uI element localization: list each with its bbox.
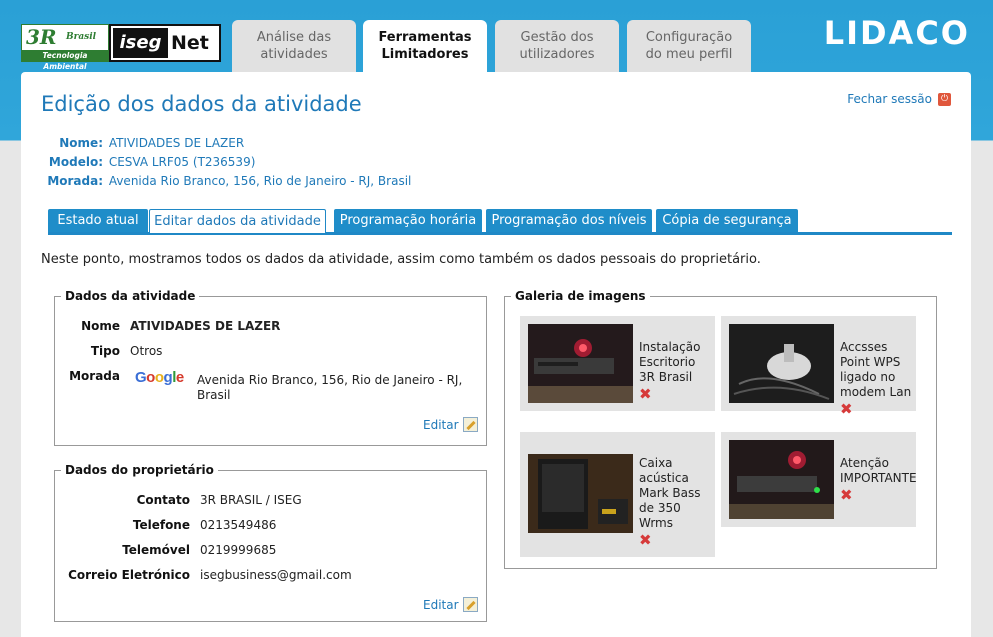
subtab-estado-atual[interactable]: Estado atual (48, 209, 148, 232)
activity-nome-label: Nome (81, 319, 120, 333)
delete-icon[interactable]: ✖ (639, 533, 715, 548)
subtab-copia-seguranca[interactable]: Cópia de segurança (656, 209, 798, 232)
owner-correio-value: isegbusiness@gmail.com (200, 568, 352, 582)
activity-nome-value: ATIVIDADES DE LAZER (130, 319, 281, 333)
gallery-thumbnail[interactable] (528, 324, 633, 403)
gallery-caption-box: Caixa acústica Mark Bass de 350 Wrms ✖ (639, 456, 715, 548)
gallery-caption: Accsses Point WPS ligado no modem Lan (840, 340, 912, 399)
morada-line1: Avenida Rio Branco, 156, Rio de Janeiro … (197, 373, 463, 387)
owner-contato-label: Contato (136, 493, 190, 507)
tab-label-line2: do meu perfil (645, 47, 733, 62)
activity-tipo-label: Tipo (90, 344, 120, 358)
google-maps-icon[interactable]: Google (135, 369, 184, 386)
logo-3r-small-text: Brasil (66, 32, 97, 42)
summary-modelo-label: Modelo: (48, 155, 103, 169)
subtab-programacao-niveis[interactable]: Programação dos níveis (486, 209, 652, 232)
activity-edit-label: Editar (423, 418, 459, 432)
gallery-legend: Galeria de imagens (511, 289, 650, 303)
header: 3R Brasil Tecnologia Ambiental iseg Net … (0, 0, 993, 72)
owner-edit-label: Editar (423, 598, 459, 612)
gallery-thumbnail[interactable] (528, 454, 633, 533)
iseg-net-logo: iseg Net (109, 24, 221, 62)
tab-configuracao-perfil[interactable]: Configuração do meu perfil (627, 20, 751, 72)
logo-net-text: Net (171, 32, 209, 54)
3r-brasil-logo: 3R Brasil Tecnologia Ambiental (21, 24, 109, 71)
logout-link[interactable]: Fechar sessão ⏻ (847, 92, 951, 106)
logo-3r-strip: Tecnologia Ambiental (22, 50, 108, 71)
activity-tipo-value: Otros (130, 344, 163, 358)
logout-label: Fechar sessão (847, 92, 932, 106)
delete-icon[interactable]: ✖ (639, 387, 715, 402)
owner-telefone-value: 0213549486 (200, 518, 277, 532)
gallery-thumbnail[interactable] (729, 440, 834, 519)
tab-label-line1: Análise das (256, 30, 332, 45)
gallery-caption: Instalação Escritorio 3R Brasil (639, 340, 701, 384)
delete-icon[interactable]: ✖ (840, 402, 916, 417)
summary-morada-label: Morada: (47, 174, 103, 188)
owner-edit-link[interactable]: Editar (423, 597, 478, 612)
activity-morada-value: Avenida Rio Branco, 156, Rio de Janeiro … (197, 373, 462, 403)
gallery-item: Atenção IMPORTANTE ✖ (721, 432, 917, 527)
page-title: Edição dos dados da atividade (41, 92, 362, 116)
intro-text: Neste ponto, mostramos todos os dados da… (41, 252, 761, 267)
gallery-caption: Atenção IMPORTANTE (840, 456, 917, 485)
owner-contato-value: 3R BRASIL / ISEG (200, 493, 302, 507)
subtab-editar-dados[interactable]: Editar dados da atividade (149, 209, 326, 233)
tab-label-line1: Configuração (645, 30, 733, 45)
main-panel: Edição dos dados da atividade Fechar ses… (21, 72, 971, 637)
owner-correio-label: Correio Eletrónico (68, 568, 190, 582)
activity-data-panel: Dados da atividade Nome ATIVIDADES DE LA… (54, 289, 487, 446)
summary-morada-value: Avenida Rio Branco, 156, Rio de Janeiro … (108, 174, 412, 188)
tab-gestao-utilizadores[interactable]: Gestão dos utilizadores (495, 20, 619, 72)
tab-label-line2: atividades (260, 47, 328, 62)
gallery-caption: Caixa acústica Mark Bass de 350 Wrms (639, 456, 701, 530)
gallery-caption-box: Instalação Escritorio 3R Brasil ✖ (639, 340, 715, 402)
logo-3r-big-text: 3R (26, 25, 57, 49)
activity-legend: Dados da atividade (61, 289, 200, 303)
activity-summary: Nome: ATIVIDADES DE LAZER Modelo: CESVA … (47, 136, 411, 193)
summary-nome-label: Nome: (59, 136, 103, 150)
logo-iseg-text: iseg (113, 28, 168, 58)
gallery-item: Accsses Point WPS ligado no modem Lan ✖ (721, 316, 916, 417)
summary-nome-value: ATIVIDADES DE LAZER (108, 136, 245, 150)
tab-label-line1: Ferramentas (378, 30, 472, 45)
gallery-caption-box: Atenção IMPORTANTE ✖ (840, 456, 917, 503)
edit-pencil-icon (462, 597, 478, 612)
tab-label-line2: utilizadores (519, 47, 595, 62)
subtab-bar: Estado atual Editar dados da atividade P… (48, 209, 952, 235)
subtab-programacao-horaria[interactable]: Programação horária (334, 209, 482, 232)
tab-analise-atividades[interactable]: Análise das atividades (232, 20, 356, 72)
activity-morada-label: Morada (69, 369, 120, 383)
gallery-item: Instalação Escritorio 3R Brasil ✖ (520, 316, 715, 411)
owner-legend: Dados do proprietário (61, 463, 218, 477)
gallery-thumbnail[interactable] (729, 324, 834, 403)
delete-icon[interactable]: ✖ (840, 488, 916, 503)
owner-data-panel: Dados do proprietário Contato 3R BRASIL … (54, 463, 487, 622)
gallery-item: Caixa acústica Mark Bass de 350 Wrms ✖ (520, 432, 715, 557)
summary-modelo-value: CESVA LRF05 (T236539) (108, 155, 256, 169)
tab-label-line1: Gestão dos (520, 30, 594, 45)
gallery-panel: Galeria de imagens Instalação Escritorio… (504, 289, 937, 569)
tab-ferramentas-limitadores[interactable]: Ferramentas Limitadores (363, 20, 487, 72)
owner-telemovel-label: Telemóvel (122, 543, 190, 557)
activity-edit-link[interactable]: Editar (423, 417, 478, 432)
tab-label-line2: Limitadores (381, 47, 469, 62)
power-icon: ⏻ (938, 92, 951, 106)
edit-pencil-icon (462, 417, 478, 432)
morada-line2: Brasil (197, 388, 231, 402)
owner-telefone-label: Telefone (132, 518, 190, 532)
gallery-caption-box: Accsses Point WPS ligado no modem Lan ✖ (840, 340, 916, 417)
owner-telemovel-value: 0219999685 (200, 543, 277, 557)
lidaco-logo: LIDACO (823, 14, 970, 52)
